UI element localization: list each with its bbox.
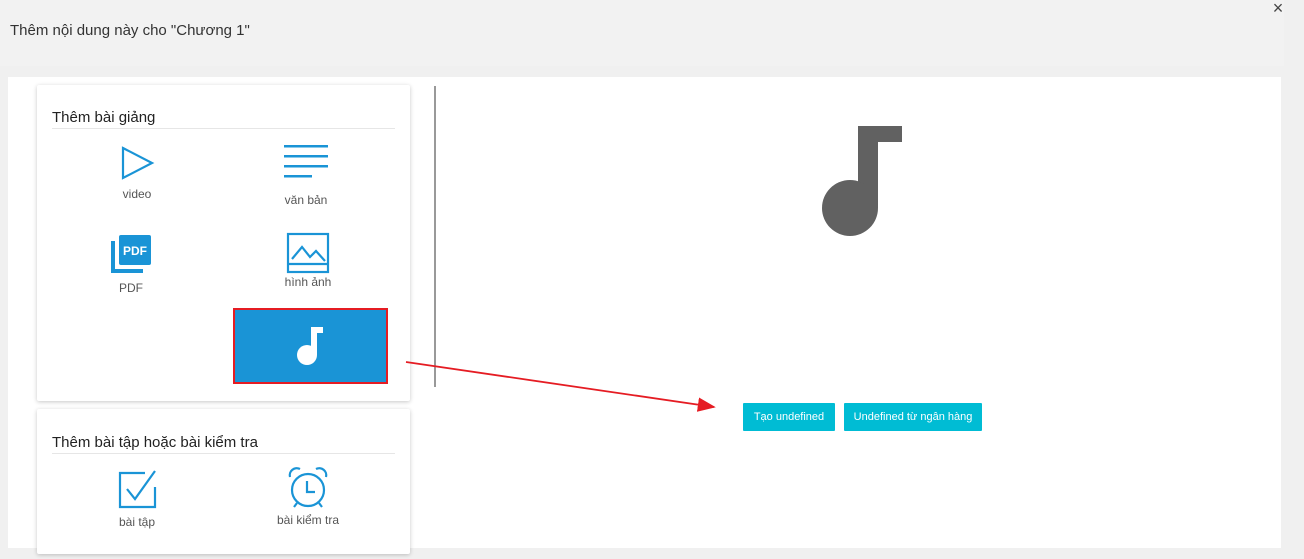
annotation-arrow <box>405 361 716 412</box>
